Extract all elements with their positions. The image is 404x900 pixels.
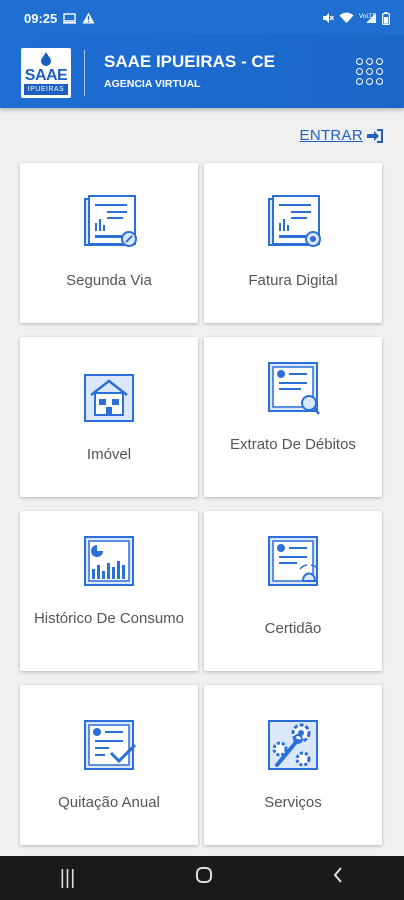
app-header: SAAE IPUEIRAS SAAE IPUEIRAS - CE AGENCIA…: [0, 36, 404, 108]
consumption-chart-icon: [84, 536, 134, 586]
menu-card-label: Histórico De Consumo: [33, 610, 185, 627]
header-divider: [84, 50, 85, 96]
lte-signal-icon: VoLTE: [359, 13, 376, 23]
mute-icon: [323, 13, 334, 23]
water-drop-icon: [41, 52, 51, 66]
menu-card-segunda-via[interactable]: Segunda Via: [20, 163, 198, 323]
menu-card-historico-consumo[interactable]: Histórico De Consumo: [20, 511, 198, 671]
logo-text: SAAE: [24, 67, 68, 84]
menu-card-extrato-debitos[interactable]: Extrato De Débitos: [204, 337, 382, 497]
logo-subtext: IPUEIRAS: [24, 84, 68, 95]
login-link[interactable]: ENTRAR: [300, 127, 384, 144]
status-right: VoLTE: [322, 11, 390, 25]
wifi-icon: [339, 12, 354, 23]
app-title: SAAE IPUEIRAS - CE: [104, 52, 275, 71]
house-icon: [84, 374, 134, 422]
menu-card-quitacao-anual[interactable]: Quitação Anual: [20, 685, 198, 845]
digital-invoice-icon: [268, 195, 321, 247]
back-icon[interactable]: [332, 866, 344, 890]
warning-icon: [82, 12, 95, 24]
services-gears-icon: [268, 720, 318, 770]
annual-discharge-icon: [84, 720, 137, 770]
menu-card-servicos[interactable]: Serviços: [204, 685, 382, 845]
status-left: 09:25: [24, 11, 95, 26]
screen-cast-icon: [63, 12, 77, 24]
menu-card-label: Extrato De Débitos: [230, 436, 356, 453]
menu-card-fatura-digital[interactable]: Fatura Digital: [204, 163, 382, 323]
certificate-icon: [268, 536, 319, 586]
menu-card-label: Certidão: [264, 620, 322, 637]
menu-card-certidao[interactable]: Certidão: [204, 511, 382, 671]
recent-apps-icon[interactable]: |||: [60, 867, 76, 890]
menu-card-label: Fatura Digital: [248, 272, 338, 289]
home-icon[interactable]: [195, 866, 213, 890]
system-nav-bar: |||: [0, 856, 404, 900]
battery-icon: [382, 11, 390, 25]
app-subtitle: AGENCIA VIRTUAL: [104, 78, 201, 90]
login-label: ENTRAR: [299, 127, 363, 144]
debt-statement-icon: [268, 362, 320, 415]
login-arrow-icon: [367, 128, 383, 143]
menu-card-label: Quitação Anual: [58, 794, 160, 811]
menu-card-label: Segunda Via: [66, 272, 152, 289]
services-menu-grid: Segunda Via Fatura Digital Imóvel Extrat…: [20, 163, 382, 845]
menu-card-imovel[interactable]: Imóvel: [20, 337, 198, 497]
clock: 09:25: [24, 10, 58, 26]
document-copy-icon: [84, 195, 137, 247]
menu-card-label: Imóvel: [86, 446, 132, 463]
saae-logo: SAAE IPUEIRAS: [21, 48, 71, 98]
apps-grid-icon[interactable]: [356, 58, 384, 86]
menu-card-label: Serviços: [264, 794, 322, 811]
status-bar: 09:25 VoLTE: [0, 0, 404, 36]
